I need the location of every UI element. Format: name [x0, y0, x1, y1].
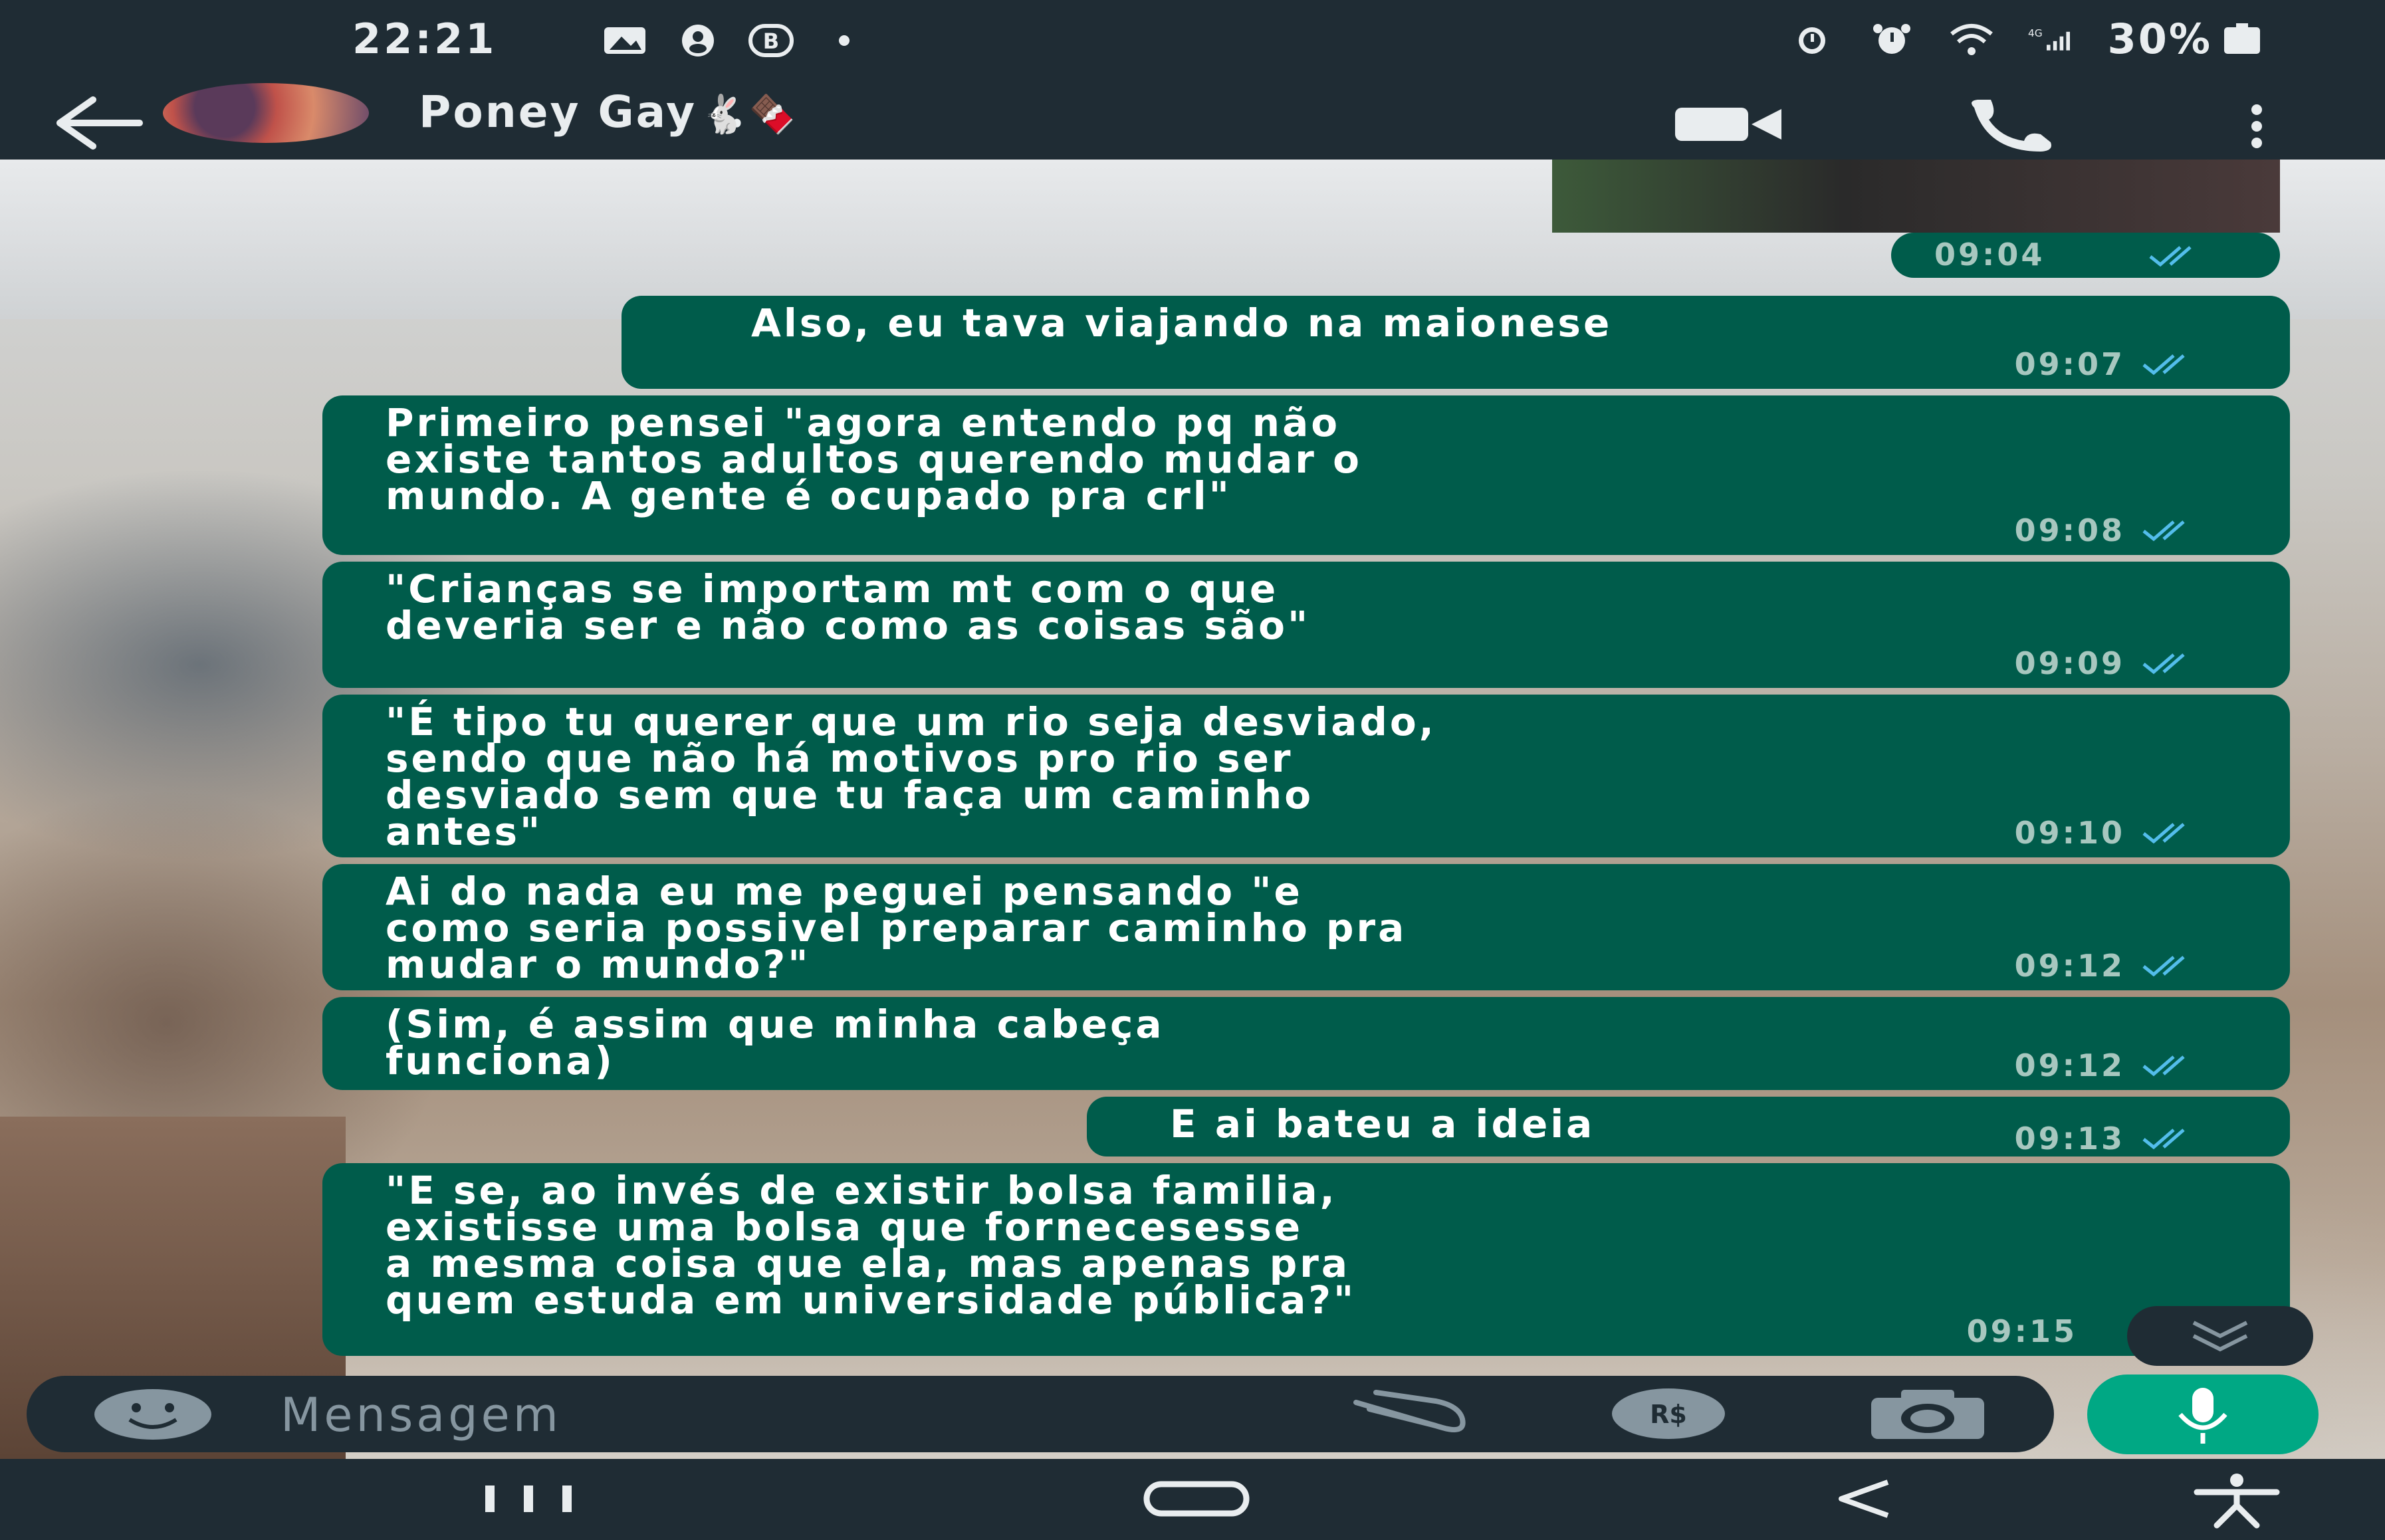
accessibility-icon[interactable] — [2187, 1472, 2287, 1529]
system-navigation-bar — [0, 1459, 2385, 1540]
alarm-clock-icon — [1798, 27, 1825, 54]
message-meta: 09:12 — [2015, 1047, 2237, 1083]
message-meta: 09:08 — [2015, 512, 2237, 548]
contact-name[interactable]: Poney Gay 🐇🍫 — [419, 86, 798, 138]
message-time: 09:04 — [1934, 237, 2045, 273]
message-bubble[interactable]: Also, eu tava viajando na maionese 09:07 — [622, 296, 2290, 389]
b-circle-icon: B — [748, 24, 794, 57]
chat-header: Poney Gay 🐇🍫 — [0, 80, 2385, 160]
message-meta: 09:07 — [2015, 346, 2237, 382]
message-text: (Sim, é assim que minha cabeça funciona) — [386, 1002, 1165, 1083]
message-meta: 09:13 — [2015, 1121, 2237, 1156]
message-time: 09:15 — [1966, 1313, 2077, 1349]
dot-icon — [839, 35, 850, 46]
video-call-icon[interactable] — [1668, 101, 1788, 148]
message-time: 09:12 — [2014, 1047, 2125, 1083]
media-timestamp: 09:04 — [1891, 233, 2280, 278]
media-message-thumbnail[interactable] — [1552, 160, 2280, 233]
message-time: 09:09 — [2014, 645, 2125, 681]
system-icons: 4G 30% — [1789, 15, 2265, 63]
message-bubble[interactable]: Ai do nada eu me peguei pensando "e como… — [322, 864, 2290, 990]
read-receipt-icon — [2142, 1055, 2185, 1077]
message-time: 09:08 — [2014, 512, 2125, 548]
double-chevron-down-icon — [2192, 1321, 2248, 1352]
message-time: 09:12 — [2014, 948, 2125, 984]
message-bubble[interactable]: "Crianças se importam mt com o que dever… — [322, 562, 2290, 688]
message-text: "E se, ao invés de existir bolsa familia… — [386, 1168, 1357, 1323]
camera-icon[interactable] — [1861, 1386, 1994, 1442]
recent-apps-icon[interactable] — [479, 1479, 578, 1519]
wifi-icon — [1950, 23, 1993, 55]
message-bubble[interactable]: Primeiro pensei "agora entendo pq não ex… — [322, 395, 2290, 555]
svg-text:R$: R$ — [1650, 1400, 1687, 1429]
message-meta: 09:10 — [2015, 815, 2237, 851]
more-options-icon[interactable] — [2240, 96, 2273, 156]
alarm-icon — [1873, 23, 1910, 54]
gallery-icon — [604, 27, 645, 54]
status-time: 22:21 — [352, 15, 497, 63]
paperclip-icon[interactable] — [1343, 1389, 1476, 1439]
message-input[interactable] — [279, 1382, 1279, 1447]
contact-icon — [682, 25, 714, 56]
message-meta: 09:09 — [2015, 645, 2237, 681]
payment-icon[interactable]: R$ — [1602, 1386, 1735, 1442]
message-bubble[interactable]: (Sim, é assim que minha cabeça funciona)… — [322, 997, 2290, 1090]
message-text: Ai do nada eu me peguei pensando "e como… — [386, 869, 1407, 987]
message-time: 09:13 — [2014, 1121, 2125, 1156]
read-receipt-icon — [2142, 653, 2185, 675]
nav-back-icon[interactable] — [1828, 1476, 1901, 1522]
contact-emoji: 🐇🍫 — [701, 93, 798, 136]
microphone-icon — [2178, 1388, 2227, 1444]
message-meta: 09:15 — [1967, 1313, 2077, 1349]
message-text: "Crianças se importam mt com o que dever… — [386, 566, 1311, 648]
read-receipt-icon — [2142, 823, 2185, 844]
message-bubble[interactable]: E ai bateu a ideia 09:13 — [1087, 1097, 2290, 1156]
contact-name-text: Poney Gay — [419, 86, 697, 138]
home-icon[interactable] — [1140, 1479, 1253, 1519]
notification-icons: B — [602, 23, 867, 58]
battery-icon — [2224, 23, 2260, 54]
read-receipt-icon — [2142, 520, 2185, 542]
emoji-icon[interactable] — [93, 1388, 213, 1441]
message-composer: R$ — [27, 1376, 2054, 1452]
svg-text:4G: 4G — [2028, 27, 2043, 39]
message-text: Primeiro pensei "agora entendo pq não ex… — [386, 400, 1362, 518]
message-meta: 09:12 — [2015, 948, 2237, 984]
message-time: 09:07 — [2014, 346, 2125, 382]
voice-message-button[interactable] — [2087, 1375, 2319, 1454]
back-arrow-icon[interactable] — [47, 93, 146, 153]
battery-percent: 30% — [2107, 15, 2212, 63]
signal-icon: 4G — [2028, 27, 2070, 51]
message-bubble[interactable]: "É tipo tu querer que um rio seja desvia… — [322, 695, 2290, 857]
contact-avatar[interactable] — [163, 83, 369, 143]
read-receipt-icon — [2149, 246, 2192, 267]
message-bubble[interactable]: "E se, ao invés de existir bolsa familia… — [322, 1163, 2290, 1356]
message-time: 09:10 — [2014, 815, 2125, 851]
read-receipt-icon — [2142, 956, 2185, 977]
status-bar: 22:21 B 4G 30% — [0, 0, 2385, 80]
scroll-to-bottom-button[interactable] — [2127, 1306, 2313, 1366]
read-receipt-icon — [2142, 1129, 2185, 1150]
message-text: Also, eu tava viajando na maionese — [751, 300, 1613, 346]
message-text: "É tipo tu querer que um rio seja desvia… — [386, 699, 1436, 854]
phone-call-icon[interactable] — [1961, 94, 2061, 154]
svg-text:B: B — [763, 29, 779, 54]
read-receipt-icon — [2142, 354, 2185, 376]
